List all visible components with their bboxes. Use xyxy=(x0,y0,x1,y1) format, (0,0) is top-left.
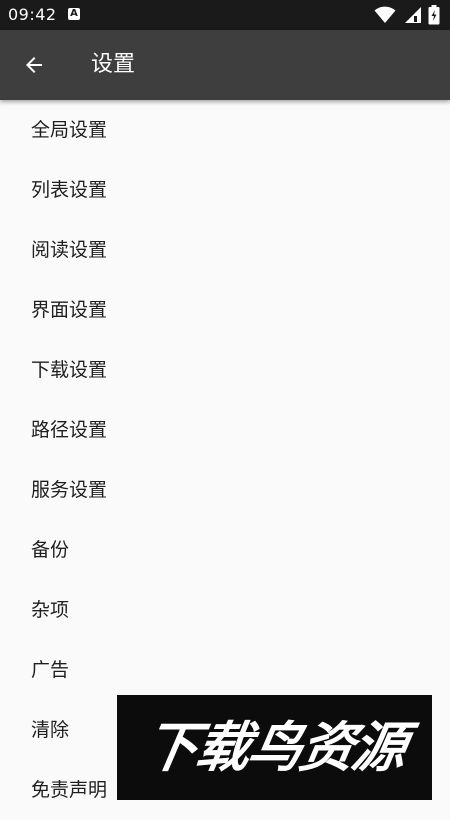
settings-item-service[interactable]: 服务设置 xyxy=(0,460,450,520)
battery-charging-icon xyxy=(428,5,440,25)
status-time: 09:42 xyxy=(8,5,57,24)
watermark-logo: 下载鸟资源 xyxy=(117,695,432,800)
settings-item-global[interactable]: 全局设置 xyxy=(0,100,450,160)
arrow-left-icon xyxy=(26,57,42,73)
page-title: 设置 xyxy=(91,52,136,77)
settings-item-label: 路径设置 xyxy=(31,419,108,441)
settings-item-reading[interactable]: 阅读设置 xyxy=(0,220,450,280)
settings-item-label: 全局设置 xyxy=(31,119,108,141)
watermark-text: 下载鸟资源 xyxy=(138,716,411,779)
settings-item-label: 阅读设置 xyxy=(31,239,108,261)
back-button[interactable] xyxy=(14,45,54,85)
settings-item-label: 界面设置 xyxy=(31,299,108,321)
settings-item-path[interactable]: 路径设置 xyxy=(0,400,450,460)
settings-item-label: 杂项 xyxy=(31,599,70,621)
app-bar: 设置 xyxy=(0,30,450,100)
settings-item-label: 免责声明 xyxy=(31,779,108,801)
settings-item-label: 备份 xyxy=(31,539,70,561)
cell-signal-icon xyxy=(405,7,421,23)
settings-item-interface[interactable]: 界面设置 xyxy=(0,280,450,340)
settings-item-label: 广告 xyxy=(31,659,70,681)
settings-item-ads[interactable]: 广告 xyxy=(0,640,450,700)
status-bar: 09:42 A xyxy=(0,0,450,30)
settings-item-list[interactable]: 列表设置 xyxy=(0,160,450,220)
notification-a-icon: A xyxy=(68,8,80,20)
settings-item-label: 列表设置 xyxy=(31,179,108,201)
settings-item-label: 下载设置 xyxy=(31,359,108,381)
notification-a-letter: A xyxy=(70,8,78,19)
settings-item-label: 清除 xyxy=(31,719,70,741)
settings-item-backup[interactable]: 备份 xyxy=(0,520,450,580)
settings-item-download[interactable]: 下载设置 xyxy=(0,340,450,400)
settings-item-label: 服务设置 xyxy=(31,479,108,501)
settings-item-misc[interactable]: 杂项 xyxy=(0,580,450,640)
wifi-icon xyxy=(374,6,396,23)
